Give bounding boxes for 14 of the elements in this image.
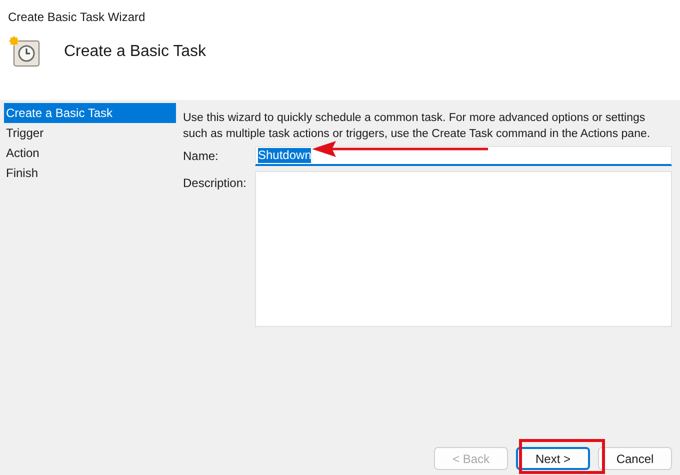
sidebar-item[interactable]: Action bbox=[4, 143, 176, 163]
wizard-button[interactable]: Next > bbox=[516, 447, 590, 470]
description-field[interactable] bbox=[255, 171, 672, 327]
sidebar-item[interactable]: Create a Basic Task bbox=[4, 103, 176, 123]
description-label: Description: bbox=[183, 175, 248, 192]
name-field[interactable]: Shutdown bbox=[255, 146, 672, 166]
sidebar-item[interactable]: Trigger bbox=[4, 123, 176, 143]
clock-icon bbox=[8, 36, 42, 68]
name-label: Name: bbox=[183, 148, 220, 165]
window-title: Create Basic Task Wizard bbox=[7, 9, 146, 26]
sidebar-item[interactable]: Finish bbox=[4, 163, 176, 183]
page-heading: Create a Basic Task bbox=[64, 42, 206, 62]
intro-text: Use this wizard to quickly schedule a common task. For more advanced options or settings such as multiple task actions or triggers, use the Create Task command in the Actions pane. bbox=[183, 111, 652, 142]
wizard-button[interactable]: Cancel bbox=[598, 447, 672, 470]
